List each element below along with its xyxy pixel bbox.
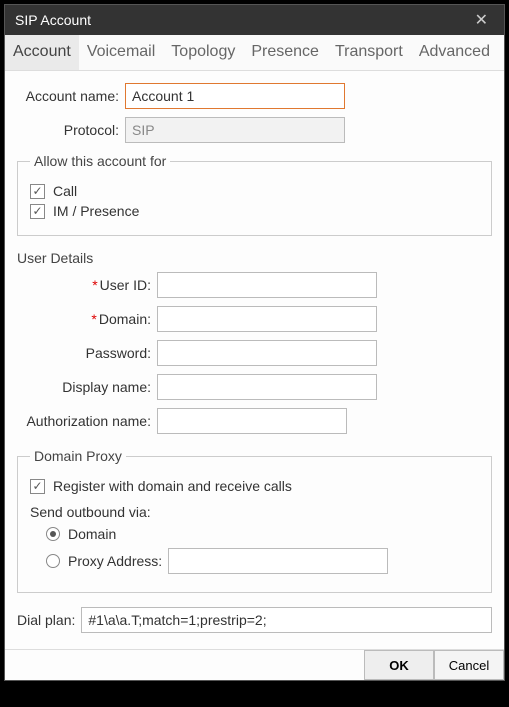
auth-name-input[interactable] (157, 408, 347, 434)
tab-bar: Account Voicemail Topology Presence Tran… (5, 35, 504, 71)
protocol-input (125, 117, 345, 143)
dial-plan-label: Dial plan: (17, 612, 75, 628)
proxy-radio[interactable] (46, 554, 60, 568)
domain-label: Domain: (99, 311, 151, 327)
send-outbound-label: Send outbound via: (30, 504, 479, 520)
user-id-input[interactable] (157, 272, 377, 298)
close-icon[interactable]: ✕ (469, 10, 494, 30)
tab-topology[interactable]: Topology (163, 35, 243, 70)
allow-account-group: Allow this account for Call IM / Presenc… (17, 153, 492, 236)
password-input[interactable] (157, 340, 377, 366)
allow-legend: Allow this account for (30, 153, 170, 169)
domain-proxy-group: Domain Proxy Register with domain and re… (17, 448, 492, 593)
required-asterisk: * (92, 277, 97, 293)
domain-radio-label: Domain (68, 526, 116, 542)
im-presence-label: IM / Presence (53, 203, 139, 219)
proxy-radio-label: Proxy Address: (68, 553, 162, 569)
account-name-label: Account name: (17, 88, 125, 104)
im-presence-checkbox[interactable] (30, 204, 45, 219)
domain-proxy-legend: Domain Proxy (30, 448, 126, 464)
protocol-label: Protocol: (17, 122, 125, 138)
user-details-header: User Details (17, 250, 492, 266)
display-name-input[interactable] (157, 374, 377, 400)
user-id-label: User ID: (100, 277, 151, 293)
content-area: Account name: Protocol: Allow this accou… (5, 71, 504, 649)
tab-presence[interactable]: Presence (243, 35, 327, 70)
required-asterisk: * (91, 311, 96, 327)
display-name-label: Display name: (17, 379, 157, 395)
cancel-button[interactable]: Cancel (434, 650, 504, 680)
password-label: Password: (17, 345, 157, 361)
call-label: Call (53, 183, 77, 199)
window-title: SIP Account (15, 12, 91, 28)
register-label: Register with domain and receive calls (53, 478, 292, 494)
register-checkbox[interactable] (30, 479, 45, 494)
call-checkbox[interactable] (30, 184, 45, 199)
ok-button[interactable]: OK (364, 650, 434, 680)
dialog-footer: OK Cancel (5, 649, 504, 680)
tab-voicemail[interactable]: Voicemail (79, 35, 163, 70)
domain-input[interactable] (157, 306, 377, 332)
titlebar: SIP Account ✕ (5, 5, 504, 35)
auth-name-label: Authorization name: (17, 413, 157, 429)
tab-advanced[interactable]: Advanced (411, 35, 498, 70)
sip-account-dialog: SIP Account ✕ Account Voicemail Topology… (4, 4, 505, 681)
tab-account[interactable]: Account (5, 35, 79, 70)
domain-radio[interactable] (46, 527, 60, 541)
proxy-address-input[interactable] (168, 548, 388, 574)
dial-plan-input[interactable] (81, 607, 492, 633)
account-name-input[interactable] (125, 83, 345, 109)
tab-transport[interactable]: Transport (327, 35, 411, 70)
